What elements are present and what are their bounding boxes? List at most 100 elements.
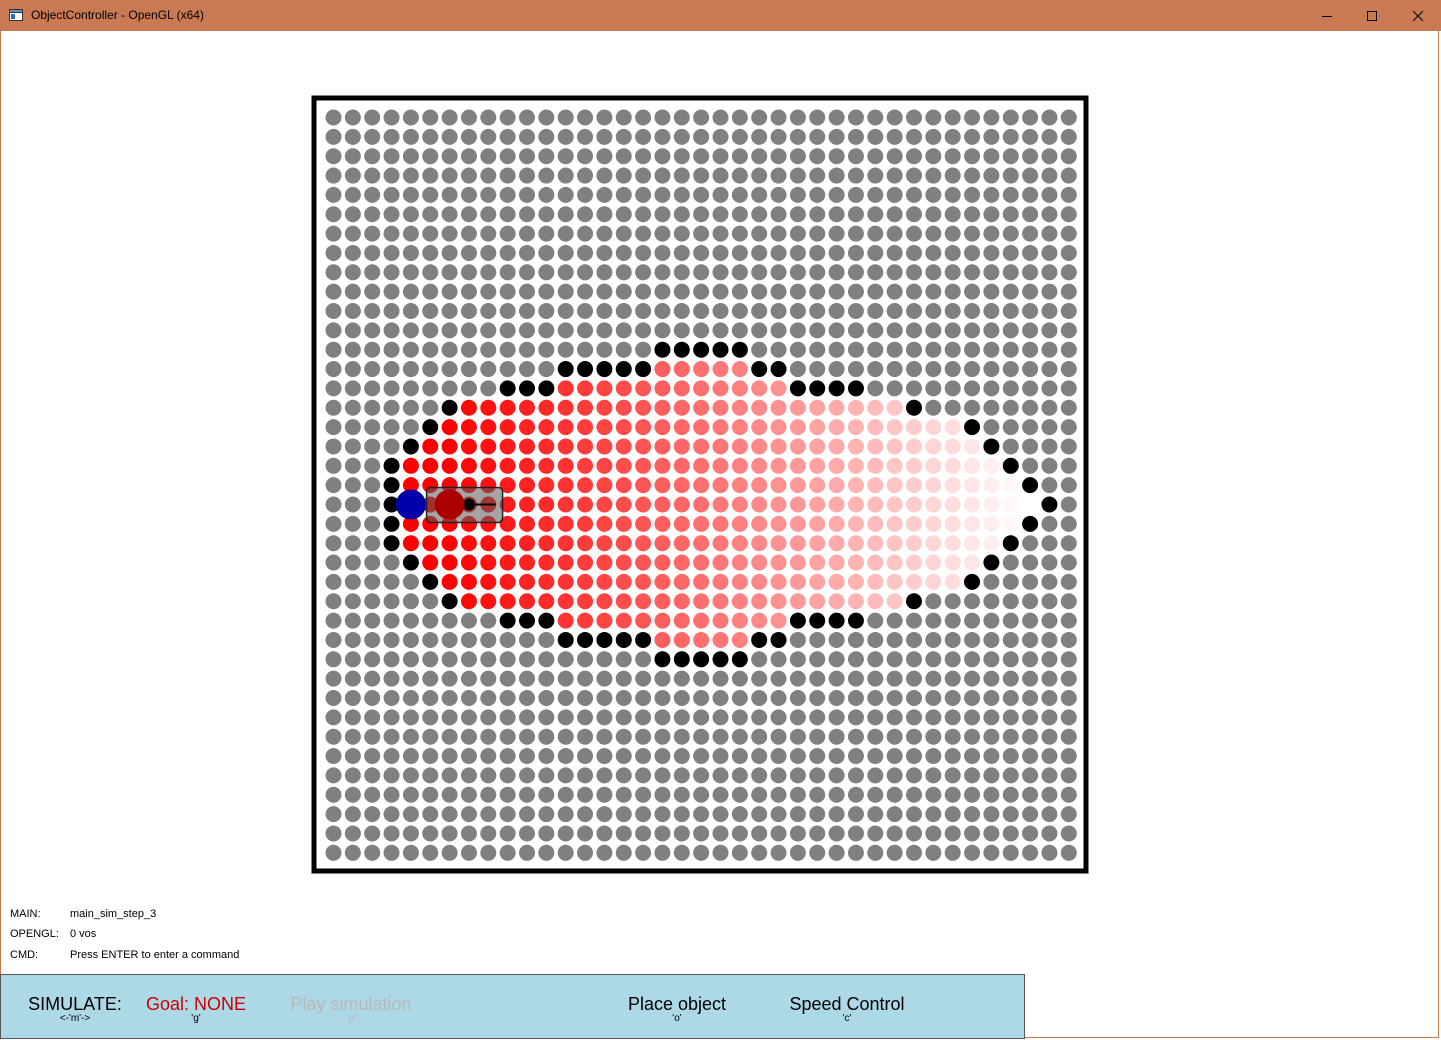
grid-cell-empty[interactable] (867, 283, 884, 300)
grid-cell-wall[interactable] (693, 341, 710, 358)
grid-cell-empty[interactable] (344, 438, 361, 455)
grid-cell-empty[interactable] (693, 767, 710, 784)
grid-cell-empty[interactable] (964, 670, 981, 687)
grid-cell-path[interactable] (519, 496, 535, 513)
grid-cell-empty[interactable] (906, 380, 922, 397)
grid-cell-empty[interactable] (422, 825, 439, 842)
grid-cell-empty[interactable] (344, 825, 361, 842)
grid-cell-empty[interactable] (1022, 225, 1039, 242)
grid-cell-empty[interactable] (538, 806, 555, 823)
grid-cell-empty[interactable] (654, 844, 671, 861)
grid-cell-empty[interactable] (944, 767, 961, 784)
grid-cell-path[interactable] (635, 515, 652, 532)
grid-cell-empty[interactable] (944, 186, 961, 203)
grid-cell-empty[interactable] (1041, 651, 1058, 668)
grid-cell-empty[interactable] (480, 728, 497, 745)
grid-cell-empty[interactable] (906, 206, 922, 223)
grid-cell-empty[interactable] (1060, 438, 1077, 455)
grid-cell-empty[interactable] (344, 806, 361, 823)
grid-cell-empty[interactable] (538, 206, 555, 223)
grid-cell-empty[interactable] (635, 225, 652, 242)
grid-cell-empty[interactable] (364, 457, 381, 474)
grid-cell-empty[interactable] (344, 186, 361, 203)
grid-cell-empty[interactable] (1002, 612, 1019, 629)
grid-cell-path[interactable] (789, 457, 806, 474)
grid-cell-empty[interactable] (538, 244, 555, 261)
grid-cell-empty[interactable] (964, 690, 981, 706)
grid-cell-empty[interactable] (828, 206, 845, 223)
grid-cell-empty[interactable] (1041, 477, 1058, 494)
grid-cell-empty[interactable] (519, 186, 535, 203)
grid-cell-wall[interactable] (383, 535, 400, 552)
grid-cell-empty[interactable] (886, 264, 903, 281)
grid-cell-empty[interactable] (364, 515, 381, 532)
grid-cell-empty[interactable] (789, 361, 806, 378)
grid-cell-empty[interactable] (519, 670, 535, 687)
grid-cell-empty[interactable] (441, 264, 458, 281)
grid-cell-empty[interactable] (441, 283, 458, 300)
grid-cell-empty[interactable] (596, 128, 613, 145)
grid-cell-empty[interactable] (925, 167, 942, 184)
grid-cell-wall[interactable] (383, 457, 400, 474)
grid-cell-path[interactable] (654, 477, 671, 494)
grid-cell-empty[interactable] (751, 651, 768, 668)
grid-cell-empty[interactable] (325, 806, 342, 823)
grid-cell-empty[interactable] (751, 322, 768, 339)
grid-cell-empty[interactable] (460, 361, 477, 378)
grid-cell-empty[interactable] (770, 690, 787, 706)
grid-cell-path[interactable] (673, 554, 690, 571)
grid-cell-path[interactable] (693, 380, 710, 397)
grid-cell-empty[interactable] (712, 186, 729, 203)
grid-cell-empty[interactable] (499, 109, 516, 126)
grid-cell-empty[interactable] (325, 535, 342, 552)
grid-cell-empty[interactable] (422, 631, 439, 648)
grid-cell-empty[interactable] (906, 844, 922, 861)
grid-cell-empty[interactable] (886, 361, 903, 378)
grid-cell-path[interactable] (828, 515, 845, 532)
grid-cell-path[interactable] (480, 457, 497, 474)
grid-cell-empty[interactable] (383, 264, 400, 281)
grid-cell-wall[interactable] (789, 380, 806, 397)
grid-cell-path[interactable] (673, 380, 690, 397)
grid-cell-empty[interactable] (538, 844, 555, 861)
grid-cell-path[interactable] (596, 457, 613, 474)
grid-cell-empty[interactable] (867, 225, 884, 242)
grid-cell-empty[interactable] (1060, 380, 1077, 397)
grid-cell-empty[interactable] (731, 244, 748, 261)
grid-cell-empty[interactable] (325, 380, 342, 397)
grid-cell-path[interactable] (886, 399, 903, 416)
grid-cell-empty[interactable] (325, 225, 342, 242)
grid-cell-empty[interactable] (867, 767, 884, 784)
grid-cell-empty[interactable] (460, 148, 477, 165)
grid-cell-empty[interactable] (944, 728, 961, 745)
grid-cell-wall[interactable] (654, 341, 671, 358)
grid-cell-empty[interactable] (383, 825, 400, 842)
grid-cell-empty[interactable] (693, 709, 710, 726)
grid-cell-empty[interactable] (615, 806, 632, 823)
grid-cell-empty[interactable] (1022, 303, 1039, 319)
grid-cell-empty[interactable] (364, 303, 381, 319)
grid-cell-empty[interactable] (344, 322, 361, 339)
grid-cell-path[interactable] (577, 419, 594, 436)
grid-cell-empty[interactable] (925, 612, 942, 629)
grid-cell-empty[interactable] (422, 244, 439, 261)
grid-cell-empty[interactable] (906, 322, 922, 339)
grid-cell-empty[interactable] (615, 148, 632, 165)
grid-cell-empty[interactable] (944, 206, 961, 223)
grid-cell-empty[interactable] (731, 709, 748, 726)
grid-cell-empty[interactable] (364, 341, 381, 358)
grid-cell-empty[interactable] (1060, 767, 1077, 784)
grid-cell-empty[interactable] (460, 128, 477, 145)
grid-cell-empty[interactable] (364, 535, 381, 552)
grid-cell-empty[interactable] (538, 670, 555, 687)
grid-cell-empty[interactable] (1041, 303, 1058, 319)
grid-cell-empty[interactable] (654, 728, 671, 745)
grid-cell-path[interactable] (809, 419, 826, 436)
grid-cell-empty[interactable] (1022, 128, 1039, 145)
grid-cell-empty[interactable] (906, 786, 922, 803)
grid-cell-empty[interactable] (1002, 748, 1019, 765)
grid-cell-wall[interactable] (693, 651, 710, 668)
grid-cell-empty[interactable] (1022, 283, 1039, 300)
grid-cell-empty[interactable] (383, 651, 400, 668)
grid-cell-empty[interactable] (828, 148, 845, 165)
